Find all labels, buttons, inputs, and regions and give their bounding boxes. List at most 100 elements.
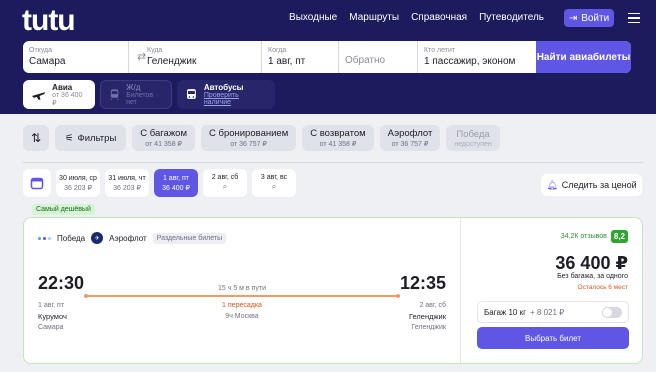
mode-bus-title: Автобусы	[203, 83, 244, 92]
separate-tickets-badge: Раздельные билеты	[152, 232, 227, 244]
date-day: 2 авг, сб	[211, 174, 239, 181]
departure-airport: Курумоч	[38, 312, 67, 321]
date-strip: 30 июля, ср 36 203 ₽ 31 июля, чт 36 203 …	[23, 169, 296, 197]
login-label: Войти	[581, 12, 610, 24]
find-flights-button[interactable]: Найти авиабилеты	[536, 41, 631, 73]
cheapest-badge: Самый дешёвый	[32, 204, 95, 215]
to-field[interactable]: ⇄ Куда Геленджик	[129, 41, 262, 73]
filter-chip-title: С багажом	[140, 128, 187, 139]
filter-chip-price: от 41 358 ₽	[145, 141, 182, 148]
baggage-toggle[interactable]	[602, 306, 622, 318]
from-field[interactable]: Откуда Самара	[23, 41, 129, 73]
bell-icon: 🔔︎	[546, 179, 558, 190]
date-day: 30 июля, ср	[59, 174, 97, 182]
nav-weekends[interactable]: Выходные	[289, 12, 337, 23]
date-option[interactable]: 3 авг, вс ⌕	[252, 169, 296, 197]
filter-chip-price: от 41 358 ₽	[319, 141, 357, 148]
return-placeholder: Обратно	[345, 55, 386, 66]
filter-booking[interactable]: С бронированием от 36 757 ₽	[201, 125, 297, 151]
filter-bar: ⇅ ⚟ Фильтры С багажом от 41 358 ₽ С брон…	[23, 125, 500, 151]
filter-chip-title: Аэрофлот	[387, 128, 433, 139]
filter-chip-price: недоступен	[454, 140, 492, 148]
date-price: 36 203 ₽	[64, 184, 92, 192]
return-date-field[interactable]: Обратно	[339, 41, 418, 73]
sort-button[interactable]: ⇅	[23, 125, 49, 151]
ticket-price: 36 400 ₽	[555, 253, 628, 273]
arrival-airport: Геленджик	[408, 312, 446, 321]
baggage-option-label: Багаж 10 кг	[484, 307, 527, 317]
ticket-card[interactable]: Победа ✈ Аэрофлот Раздельные билеты 22:3…	[23, 217, 643, 364]
date-option[interactable]: 2 авг, сб ⌕	[203, 169, 247, 197]
passengers-label: Кто летит	[424, 47, 456, 54]
divider	[23, 162, 643, 163]
baggage-option[interactable]: Багаж 10 кг + 8 021 ₽	[477, 301, 629, 323]
header: tutu Выходные Маршруты Справочная Путево…	[0, 0, 656, 114]
main-nav: Выходные Маршруты Справочная Путеводител…	[289, 12, 544, 23]
search-icon: ⌕	[222, 182, 228, 191]
filter-pobeda: Победа недоступен	[446, 125, 500, 151]
filter-chip-title: С возвратом	[310, 128, 366, 139]
to-value: Геленджик	[147, 56, 197, 67]
mode-train[interactable]: Ж/д Билетов нет	[100, 80, 172, 109]
train-icon	[110, 89, 119, 100]
mode-train-title: Ж/д	[126, 83, 141, 92]
mode-train-subtitle: Билетов нет	[126, 92, 154, 106]
calendar-icon	[30, 177, 44, 190]
route-line	[84, 294, 400, 298]
aeroflot-logo-icon: ✈	[91, 232, 104, 244]
calendar-button[interactable]	[23, 169, 51, 197]
to-label: Куда	[147, 47, 163, 54]
login-button[interactable]: ⇥ Войти	[564, 9, 614, 27]
date-day: 1 авг, пт	[162, 174, 190, 182]
filter-baggage[interactable]: С багажом от 41 358 ₽	[132, 125, 195, 151]
nav-routes[interactable]: Маршруты	[349, 12, 399, 23]
arrival-city: Геленджик	[411, 324, 446, 331]
mode-avia-title: Авиа	[52, 82, 73, 92]
date-label: Когда	[268, 47, 287, 54]
swap-icon[interactable]: ⇄	[137, 50, 146, 63]
passengers-value: 1 пассажир, эконом	[424, 56, 516, 67]
mode-avia[interactable]: Авиа от 36 400 ₽	[23, 80, 95, 109]
transfer-detail: 9ч Москва	[225, 313, 259, 320]
price-watch-button[interactable]: 🔔︎ Следить за ценой	[541, 174, 642, 196]
airline-name: Победа	[57, 233, 86, 243]
hamburger-menu-icon[interactable]	[628, 13, 640, 23]
filter-chip-price: от 36 757 ₽	[230, 141, 267, 148]
price-watch-label: Следить за ценой	[561, 180, 637, 190]
transfer-count: 1 пересадка	[222, 302, 262, 309]
search-icon: ⌕	[271, 182, 277, 191]
filter-chip-title: Победа	[456, 128, 490, 140]
date-option[interactable]: 31 июля, чт 36 203 ₽	[105, 169, 149, 197]
login-icon: ⇥	[568, 12, 578, 24]
ticket-route: Победа ✈ Аэрофлот Раздельные билеты 22:3…	[24, 218, 460, 365]
reviews[interactable]: 34,2К отзывов 8,2	[561, 230, 628, 243]
date-option-selected[interactable]: 1 авг, пт 36 400 ₽	[154, 169, 198, 197]
nav-guide[interactable]: Путеводитель	[479, 12, 544, 23]
transport-modes: Авиа от 36 400 ₽ Ж/д Билетов нет Автобус…	[23, 80, 275, 109]
mode-bus[interactable]: Автобусы Проверить наличие	[177, 80, 275, 109]
flight-duration: 15 ч 5 м в пути	[218, 285, 266, 292]
filter-refund[interactable]: С возвратом от 41 358 ₽	[302, 125, 374, 151]
date-option[interactable]: 30 июля, ср 36 203 ₽	[56, 169, 100, 197]
date-day: 3 авг, вс	[260, 174, 288, 181]
passengers-field[interactable]: Кто летит 1 пассажир, эконом	[418, 41, 536, 73]
nav-reference[interactable]: Справочная	[411, 12, 467, 23]
filter-chip-price: от 36 757 ₽	[391, 141, 429, 148]
from-label: Откуда	[29, 47, 53, 54]
mode-bus-subtitle[interactable]: Проверить наличие	[204, 92, 267, 106]
date-value: 1 авг, пт	[268, 56, 306, 67]
filters-button[interactable]: ⚟ Фильтры	[55, 125, 127, 151]
logo[interactable]: tutu	[22, 4, 76, 38]
airline-name: Аэрофлот	[109, 233, 147, 243]
departure-city: Самара	[38, 324, 64, 331]
reviews-count: 34,2К отзывов	[560, 233, 607, 240]
baggage-option-price: + 8 021 ₽	[530, 307, 565, 317]
sort-icon: ⇅	[30, 131, 42, 145]
filters-icon: ⚟	[65, 132, 74, 144]
filters-label: Фильтры	[77, 132, 117, 144]
date-day: 31 июля, чт	[108, 174, 146, 182]
choose-ticket-button[interactable]: Выбрать билет	[477, 327, 629, 349]
filter-aeroflot[interactable]: Аэрофлот от 36 757 ₽	[379, 125, 441, 151]
date-field[interactable]: Когда 1 авг, пт	[262, 41, 339, 73]
filter-chip-title: С бронированием	[209, 128, 289, 139]
